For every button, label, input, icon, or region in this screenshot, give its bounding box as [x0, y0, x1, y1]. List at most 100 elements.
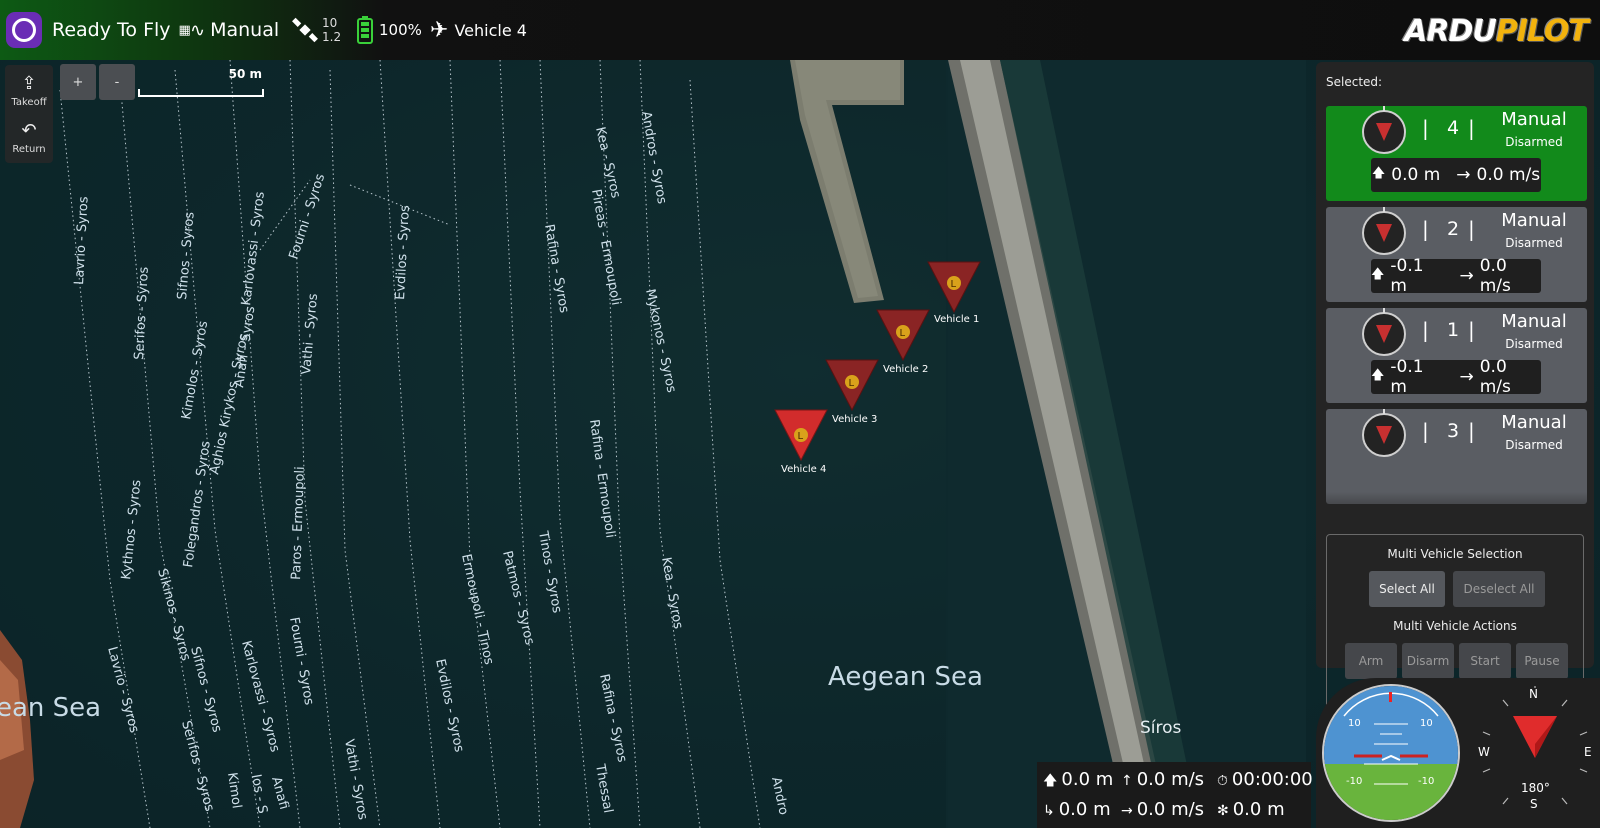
- svg-text:L: L: [849, 378, 855, 389]
- deselect-all-button[interactable]: Deselect All: [1453, 571, 1545, 607]
- vehicle-arm-state: Disarmed: [1505, 135, 1563, 149]
- return-button[interactable]: ↶ Return: [5, 114, 53, 161]
- compass-icon: [1362, 106, 1406, 154]
- battery-indicator[interactable]: 100%: [357, 0, 422, 60]
- compass-icon: [1362, 409, 1406, 457]
- svg-text:Vehicle 2: Vehicle 2: [883, 364, 928, 375]
- svg-text:Vehicle 1: Vehicle 1: [934, 314, 979, 325]
- tool-strip: ⇪ Takeoff ↶ Return: [5, 65, 53, 163]
- arm-button[interactable]: Arm: [1345, 643, 1397, 679]
- compass-icon: [1362, 207, 1406, 255]
- altitude-icon: 🡅: [1371, 368, 1385, 383]
- takeoff-button[interactable]: ⇪ Takeoff: [5, 67, 53, 114]
- vehicle-id: 2: [1446, 218, 1460, 240]
- sea-label: Aegean Sea: [828, 662, 983, 692]
- vehicle-mode: Manual: [1501, 311, 1567, 332]
- altitude-icon: 🡅: [1371, 267, 1385, 282]
- vehicle-id: 1: [1446, 319, 1460, 341]
- svg-text:W: W: [1478, 745, 1490, 759]
- vehicle-card[interactable]: | 4 | Manual Disarmed 🡅 0.0 m → 0.0 m/s: [1326, 106, 1587, 201]
- battery-percent: 100%: [379, 21, 422, 39]
- return-icon: ↶: [21, 119, 37, 141]
- vertical-speed-value: ↑ 0.0 m/s: [1121, 769, 1205, 790]
- multi-selection-title: Multi Vehicle Selection: [1387, 547, 1523, 561]
- satellite-count: 10: [322, 16, 338, 30]
- vehicle-stats: 🡅 -0.1 m → 0.0 m/s: [1371, 256, 1541, 296]
- takeoff-icon: ⇪: [21, 72, 37, 94]
- selected-label: Selected:: [1326, 75, 1383, 89]
- select-all-button[interactable]: Select All: [1369, 571, 1445, 607]
- distance-value: ↳ 0.0 m: [1043, 799, 1111, 820]
- vehicle-id: 4: [1446, 117, 1460, 139]
- svg-text:N: N: [1529, 687, 1538, 701]
- battery-icon: [357, 16, 373, 44]
- zoom-in-button[interactable]: +: [60, 64, 96, 100]
- ground-speed-value: → 0.0 m/s: [1121, 799, 1205, 820]
- arrow-right-icon: →: [1121, 803, 1133, 819]
- zoom-out-button[interactable]: -: [99, 64, 135, 100]
- app-logo-icon[interactable]: [6, 12, 42, 48]
- multi-vehicle-panel: Selected: | 4 | Manual Disarmed 🡅 0.0 m →…: [1316, 62, 1594, 718]
- arrow-up-icon: ↑: [1121, 773, 1133, 789]
- heading-compass: N E W 180° S: [1472, 686, 1598, 824]
- speed-icon: →: [1459, 367, 1474, 387]
- svg-text:-10: -10: [1346, 776, 1362, 787]
- vehicle-list[interactable]: | 4 | Manual Disarmed 🡅 0.0 m → 0.0 m/s | …: [1326, 106, 1587, 524]
- message-icon[interactable]: ▦: [179, 23, 191, 38]
- vehicle-selector[interactable]: ✈ Vehicle 4: [430, 0, 527, 60]
- scale-text: 50 m: [228, 67, 262, 81]
- flight-time-value: ⏱ 00:00:00: [1217, 769, 1313, 790]
- altitude-up-icon: 🡅: [1043, 773, 1058, 789]
- svg-text:10: 10: [1420, 718, 1433, 729]
- speed-icon: →: [1456, 165, 1471, 185]
- vehicle-arm-state: Disarmed: [1505, 438, 1563, 452]
- svg-text:Vehicle 4: Vehicle 4: [781, 464, 826, 475]
- vehicle-card[interactable]: | 1 | Manual Disarmed 🡅 -0.1 m → 0.0 m/s: [1326, 308, 1587, 403]
- vehicle-id: 3: [1446, 420, 1460, 442]
- compass-icon: [1362, 308, 1406, 356]
- disarm-button[interactable]: Disarm: [1402, 643, 1454, 679]
- svg-text:Vehicle 3: Vehicle 3: [832, 414, 877, 425]
- ardupilot-logo: ARDUPILOT: [1404, 14, 1589, 49]
- flight-mode-selector[interactable]: ∿ Manual: [190, 0, 279, 60]
- stopwatch-icon: ⏱: [1217, 773, 1228, 789]
- svg-text:L: L: [951, 279, 957, 290]
- home-distance-value: ✻ 0.0 m: [1217, 799, 1285, 820]
- attitude-indicator: 10 10 -10 -10: [1322, 684, 1460, 822]
- telemetry-panel[interactable]: 🡅 0.0 m ↑ 0.0 m/s ⏱ 00:00:00 ↳ 0.0 m → 0.0 m/…: [1037, 762, 1313, 828]
- pause-button[interactable]: Pause: [1516, 643, 1568, 679]
- takeoff-label: Takeoff: [11, 96, 47, 108]
- flight-mode-text: Manual: [210, 19, 280, 41]
- start-button[interactable]: Start: [1459, 643, 1511, 679]
- svg-text:L: L: [798, 431, 804, 442]
- multi-actions-title: Multi Vehicle Actions: [1393, 619, 1517, 633]
- svg-text:L: L: [900, 328, 906, 339]
- sea-label-left: ean Sea: [0, 693, 101, 723]
- speed-icon: →: [1459, 266, 1474, 286]
- vehicle-stats: 🡅 -0.1 m → 0.0 m/s: [1371, 357, 1541, 397]
- vehicle-status[interactable]: Ready To Fly ▦: [52, 0, 191, 60]
- city-label: Síros: [1140, 718, 1182, 738]
- svg-text:S: S: [1530, 797, 1538, 811]
- waveform-icon: ∿: [190, 19, 206, 41]
- svg-text:10: 10: [1348, 718, 1361, 729]
- vehicle-arm-state: Disarmed: [1505, 236, 1563, 250]
- vehicle-stats: 🡅 0.0 m → 0.0 m/s: [1371, 158, 1541, 192]
- altitude-value: 🡅 0.0 m: [1043, 769, 1114, 790]
- vehicle-card[interactable]: | 3 | Manual Disarmed: [1326, 409, 1587, 504]
- satellite-icon: [292, 17, 318, 43]
- walker-icon: ✻: [1217, 803, 1229, 819]
- svg-text:-10: -10: [1418, 776, 1434, 787]
- turn-right-icon: ↳: [1043, 803, 1055, 819]
- gps-indicator[interactable]: 10 1.2: [292, 0, 341, 60]
- return-label: Return: [12, 143, 46, 155]
- svg-text:E: E: [1584, 745, 1592, 759]
- svg-text:180°: 180°: [1521, 781, 1550, 795]
- vehicle-mode: Manual: [1501, 412, 1567, 433]
- vehicle-card[interactable]: | 2 | Manual Disarmed 🡅 -0.1 m → 0.0 m/s: [1326, 207, 1587, 302]
- hdop-value: 1.2: [322, 30, 342, 44]
- status-text: Ready To Fly: [52, 19, 171, 41]
- altitude-icon: 🡅: [1371, 166, 1386, 181]
- top-toolbar: Ready To Fly ▦ ∿ Manual 10 1.2 100% ✈ Ve…: [0, 0, 1600, 60]
- airplane-icon: ✈: [430, 17, 449, 43]
